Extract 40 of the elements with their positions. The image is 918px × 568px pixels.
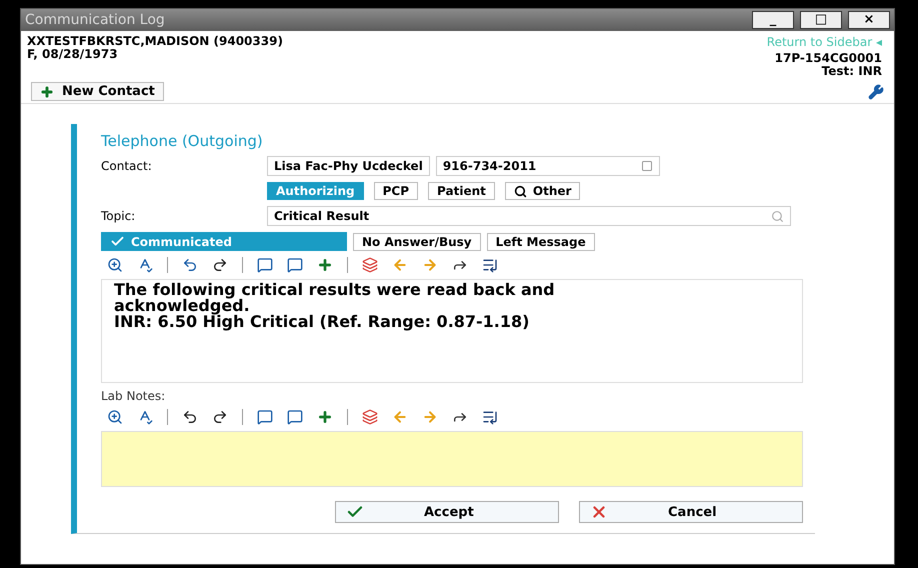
contact-name-field[interactable]: Lisa Fac-Phy Ucdeckel	[267, 156, 430, 176]
contact-type-button[interactable]: PCP	[374, 182, 418, 200]
redo-icon[interactable]	[212, 257, 228, 273]
list-icon[interactable]	[482, 409, 498, 425]
patient-name: XXTESTFBKRSTC,MADISON (9400339)	[27, 35, 283, 48]
redo-icon[interactable]	[212, 409, 228, 425]
plus-icon	[40, 84, 54, 98]
contact-heading: Telephone (Outgoing)	[101, 132, 264, 150]
search-icon	[514, 184, 527, 198]
contact-type-button[interactable]: Patient	[428, 182, 495, 200]
accept-button[interactable]: Accept	[335, 501, 559, 523]
undo-icon[interactable]	[182, 409, 198, 425]
accession-number: 17P-154CG0001	[774, 52, 882, 65]
lab-notes-label: Lab Notes:	[101, 389, 166, 403]
outcome-button[interactable]: No Answer/Busy	[353, 232, 481, 250]
contact-type-button[interactable]: Other	[504, 182, 580, 200]
layers-icon[interactable]	[362, 409, 378, 425]
zoom-icon[interactable]	[107, 257, 123, 273]
plus-icon[interactable]	[317, 257, 333, 273]
phone-field[interactable]: 916-734-2011	[436, 156, 660, 176]
minimize-button[interactable]: _	[752, 11, 794, 29]
plus-icon[interactable]	[317, 409, 333, 425]
layers-icon[interactable]	[362, 257, 378, 273]
new-contact-button[interactable]: New Contact	[31, 82, 164, 101]
window-title: Communication Log	[25, 12, 166, 28]
zoom-icon[interactable]	[107, 409, 123, 425]
close-button[interactable]: ×	[848, 11, 890, 29]
lab-notes-field[interactable]	[101, 431, 803, 487]
undo-icon[interactable]	[182, 257, 198, 273]
cancel-button[interactable]: Cancel	[579, 501, 803, 523]
test-name: Test: INR	[822, 65, 882, 78]
field-label: Topic:	[101, 209, 136, 223]
outcome-button[interactable]: Left Message	[486, 232, 595, 250]
field-label: Contact:	[101, 159, 153, 173]
patient-demographics: F, 08/28/1973	[27, 48, 119, 61]
list-icon[interactable]	[482, 257, 498, 273]
wrench-icon[interactable]	[868, 84, 884, 100]
message-text[interactable]: The following critical results were read back and acknowledged. INR: 6.50 High Critical (Ref. Range: 0.87-1.18)	[101, 279, 803, 383]
topic-field[interactable]: Critical Result	[267, 206, 791, 226]
maximize-button[interactable]: □	[800, 11, 842, 29]
